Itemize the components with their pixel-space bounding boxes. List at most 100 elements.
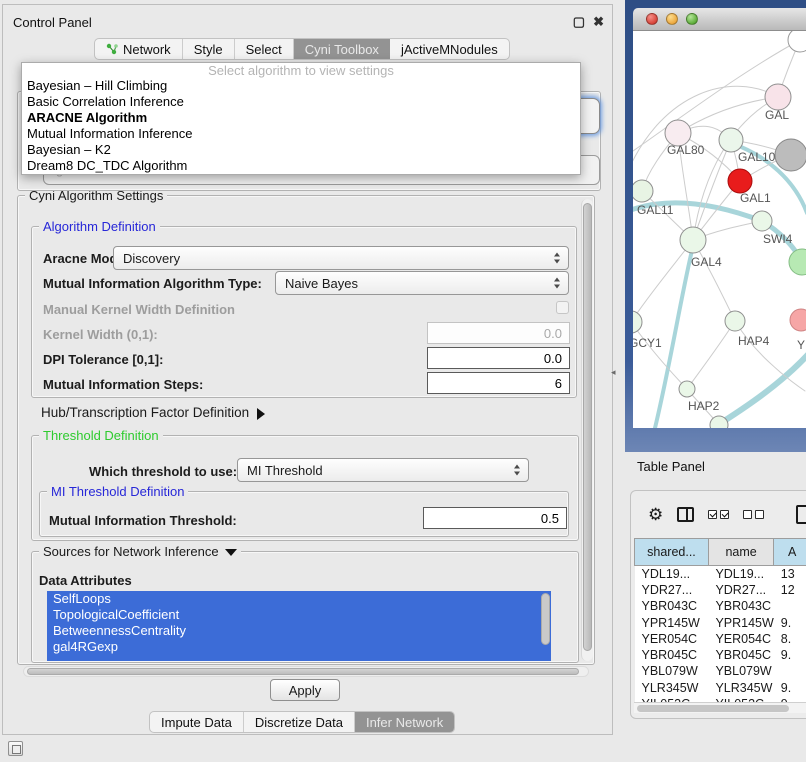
select-all-columns-icon[interactable] bbox=[708, 510, 729, 519]
table-cell bbox=[774, 598, 806, 614]
table-row[interactable]: YPR145WYPR145W9. bbox=[635, 614, 806, 630]
algorithm-option-bayesian-hill-climbing[interactable]: Bayesian – Hill Climbing bbox=[22, 78, 580, 94]
network-node-hap4[interactable] bbox=[725, 311, 745, 331]
kernel-width-field[interactable]: 0.0 bbox=[427, 322, 570, 344]
network-node[interactable] bbox=[789, 249, 806, 275]
algorithm-option-bayesian-k2[interactable]: Bayesian – K2 bbox=[22, 142, 580, 158]
attribute-item-gal4rgexp[interactable]: gal4RGexp bbox=[47, 639, 551, 655]
settings-scrollbar-thumb[interactable] bbox=[583, 203, 592, 651]
tab-discretize-data[interactable]: Discretize Data bbox=[244, 712, 355, 732]
algorithm-dropdown-popup: Select algorithm to view settings Bayesi… bbox=[21, 62, 581, 175]
manual-kernel-checkbox[interactable] bbox=[556, 301, 569, 314]
dpi-tolerance-field[interactable]: 0.0 bbox=[427, 347, 570, 369]
network-node-gcy1[interactable] bbox=[633, 311, 642, 333]
mi-threshold-field[interactable]: 0.5 bbox=[423, 507, 567, 529]
network-canvas[interactable]: GALGAL80GAL10GAL1GAL11GAL4SWI4GCY1HAP4YH… bbox=[633, 31, 806, 428]
tab-network[interactable]: Network bbox=[95, 39, 183, 59]
which-threshold-combo[interactable]: MI Threshold bbox=[237, 458, 529, 482]
algorithm-option-dream8-dc-tdc-algorithm[interactable]: Dream8 DC_TDC Algorithm bbox=[22, 158, 580, 174]
unchecked-checkbox-icon bbox=[743, 510, 752, 519]
node-label: HAP4 bbox=[738, 334, 770, 348]
algorithm-option-basic-correlation-inference[interactable]: Basic Correlation Inference bbox=[22, 94, 580, 110]
aracne-mode-combo[interactable]: Discovery bbox=[113, 246, 569, 270]
network-node-gal11[interactable] bbox=[633, 180, 653, 202]
minimize-traffic-light-icon[interactable] bbox=[666, 13, 678, 25]
table-row[interactable]: YER054CYER054C8. bbox=[635, 631, 806, 647]
network-node-gal[interactable] bbox=[765, 84, 791, 110]
table-cell: YDR27... bbox=[708, 582, 773, 598]
mi-steps-field[interactable]: 6 bbox=[427, 372, 570, 394]
column-header-name[interactable]: name bbox=[708, 539, 773, 566]
network-window-titlebar[interactable] bbox=[633, 8, 806, 31]
network-node-hap2[interactable] bbox=[679, 381, 695, 397]
network-node[interactable] bbox=[788, 31, 806, 52]
table-cell: 12 bbox=[774, 582, 806, 598]
algorithm-option-mutual-information-inference[interactable]: Mutual Information Inference bbox=[22, 126, 580, 142]
table-row[interactable]: YDR27...YDR27...12 bbox=[635, 582, 806, 598]
table-hscrollbar-thumb[interactable] bbox=[637, 705, 789, 712]
table-cell bbox=[774, 663, 806, 679]
network-node-swi4[interactable] bbox=[752, 211, 772, 231]
tab-cyni-toolbox[interactable]: Cyni Toolbox bbox=[294, 39, 390, 59]
attributes-scrollbar-thumb[interactable] bbox=[541, 593, 550, 645]
table-row[interactable]: YBL079WYBL079W bbox=[635, 663, 806, 679]
network-edge[interactable] bbox=[693, 240, 735, 321]
gear-icon[interactable]: ⚙ bbox=[648, 506, 663, 523]
table-row[interactable]: YLR345WYLR345W9. bbox=[635, 680, 806, 696]
mi-type-combo[interactable]: Naive Bayes bbox=[275, 271, 569, 295]
algorithm-definition-title: Algorithm Definition bbox=[39, 219, 160, 234]
table-cell: YER054C bbox=[635, 631, 709, 647]
network-node-gal1[interactable] bbox=[728, 169, 752, 193]
node-label: GAL80 bbox=[667, 143, 705, 157]
expand-arrow-icon bbox=[257, 408, 265, 420]
attribute-item-topologicalcoefficient[interactable]: TopologicalCoefficient bbox=[47, 607, 551, 623]
node-attribute-table[interactable]: shared...nameA YDL19...YDL19...13YDR27..… bbox=[634, 538, 806, 712]
node-label: GCY1 bbox=[633, 336, 662, 350]
node-label: GAL11 bbox=[637, 203, 674, 217]
top-tab-bar: NetworkStyleSelectCyni ToolboxjActiveMNo… bbox=[94, 38, 510, 60]
apply-button[interactable]: Apply bbox=[270, 679, 340, 701]
table-hscrollbar-track[interactable] bbox=[634, 702, 806, 713]
table-row[interactable]: YBR045CYBR045C9. bbox=[635, 647, 806, 663]
tab-style[interactable]: Style bbox=[183, 39, 235, 59]
network-edge[interactable] bbox=[713, 349, 806, 428]
network-edge[interactable] bbox=[633, 322, 687, 389]
panel-divider-handle[interactable]: ◂ bbox=[611, 367, 619, 377]
network-node-gal10[interactable] bbox=[719, 128, 743, 152]
table-row[interactable]: YDL19...YDL19...13 bbox=[635, 566, 806, 582]
network-edge[interactable] bbox=[687, 321, 735, 389]
network-node[interactable] bbox=[775, 139, 806, 171]
table-row[interactable]: YBR043CYBR043C bbox=[635, 598, 806, 614]
table-cell: YDL19... bbox=[635, 566, 709, 582]
network-edge[interactable] bbox=[735, 321, 805, 391]
network-node-gal4[interactable] bbox=[680, 227, 706, 253]
table-cell: 9. bbox=[774, 614, 806, 630]
page-icon[interactable] bbox=[796, 505, 806, 524]
tab-impute-data[interactable]: Impute Data bbox=[150, 712, 244, 732]
collapsed-panel-icon[interactable] bbox=[8, 741, 23, 756]
network-node-y[interactable] bbox=[790, 309, 806, 331]
algorithm-option-aracne-algorithm[interactable]: ARACNE Algorithm bbox=[22, 110, 580, 126]
split-columns-icon[interactable] bbox=[677, 507, 694, 522]
data-attributes-list[interactable]: SelfLoopsTopologicalCoefficientBetweenne… bbox=[47, 591, 551, 661]
close-window-icon[interactable]: ✖ bbox=[593, 14, 604, 30]
deselect-all-columns-icon[interactable] bbox=[743, 510, 764, 519]
node-label: GAL10 bbox=[738, 150, 776, 164]
settings-hscrollbar-track[interactable] bbox=[23, 666, 589, 677]
tab-infer-network[interactable]: Infer Network bbox=[355, 712, 454, 732]
sources-group-title[interactable]: Sources for Network Inference bbox=[39, 544, 241, 559]
close-traffic-light-icon[interactable] bbox=[646, 13, 658, 25]
tab-select[interactable]: Select bbox=[235, 39, 294, 59]
column-header-a[interactable]: A bbox=[774, 539, 806, 566]
table-cell: 8. bbox=[774, 631, 806, 647]
table-cell: YDR27... bbox=[635, 582, 709, 598]
attribute-item-betweennesscentrality[interactable]: BetweennessCentrality bbox=[47, 623, 551, 639]
tab-jactivemnodules[interactable]: jActiveMNodules bbox=[390, 39, 509, 59]
zoom-traffic-light-icon[interactable] bbox=[686, 13, 698, 25]
hub-definition-toggle[interactable]: Hub/Transcription Factor Definition bbox=[41, 405, 265, 420]
settings-hscrollbar-thumb[interactable] bbox=[27, 668, 579, 675]
column-header-shared[interactable]: shared... bbox=[635, 539, 709, 566]
settings-scrollbar-track[interactable] bbox=[581, 199, 593, 661]
attribute-item-selfloops[interactable]: SelfLoops bbox=[47, 591, 551, 607]
restore-window-icon[interactable]: ▢ bbox=[573, 14, 585, 30]
